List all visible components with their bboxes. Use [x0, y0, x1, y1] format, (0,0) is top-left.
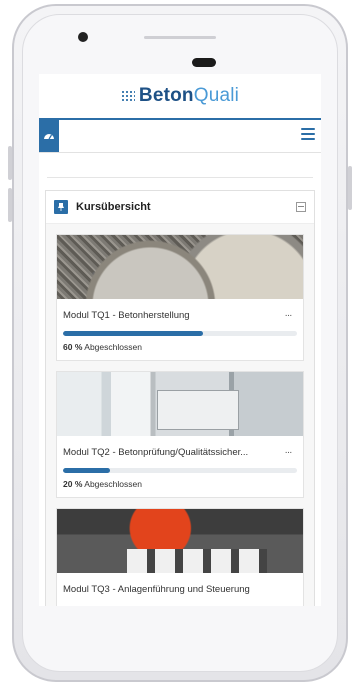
speaker-grille — [144, 36, 216, 39]
course-title[interactable]: Modul TQ3 - Anlagenführung und Steuerung — [63, 584, 297, 595]
course-overview-block: Kursübersicht Modul TQ1 - Betonherstellu… — [45, 190, 315, 606]
course-image[interactable] — [57, 509, 303, 573]
progress-status: Abgeschlossen — [84, 342, 142, 352]
progress-bar — [63, 331, 297, 336]
course-list: Modul TQ1 - Betonherstellung ··· 60 % Ab… — [46, 224, 314, 606]
top-navbar — [39, 118, 321, 153]
progress-label: 60 % Abgeschlossen — [63, 342, 297, 352]
dashboard-button[interactable] — [39, 120, 59, 152]
progress-status: Abgeschlossen — [84, 479, 142, 489]
course-image[interactable] — [57, 235, 303, 299]
progress-percent: 60 % — [63, 342, 83, 352]
course-card[interactable]: Modul TQ2 - Betonprüfung/Qualitätssicher… — [56, 371, 304, 498]
app-screen: Beton Quali Kursübersicht Modul TQ1 - Be… — [39, 74, 321, 606]
progress-percent: 20 % — [63, 479, 83, 489]
brand-name-part1: Beton — [138, 85, 194, 106]
power-button — [348, 166, 352, 210]
progress-fill — [63, 468, 110, 473]
course-image[interactable] — [57, 372, 303, 436]
course-card[interactable]: Modul TQ1 - Betonherstellung ··· 60 % Ab… — [56, 234, 304, 361]
more-icon[interactable]: ··· — [279, 310, 297, 321]
progress-fill — [63, 331, 204, 336]
brand-name-part2: Quali — [193, 85, 240, 106]
pin-icon — [58, 203, 64, 211]
hamburger-icon — [301, 128, 315, 130]
progress-bar — [63, 468, 297, 473]
block-header: Kursübersicht — [46, 191, 314, 224]
collapse-icon[interactable] — [296, 202, 306, 212]
earpiece — [192, 58, 216, 67]
progress-label: 20 % Abgeschlossen — [63, 479, 297, 489]
course-title[interactable]: Modul TQ1 - Betonherstellung — [63, 310, 279, 321]
course-card[interactable]: Modul TQ3 - Anlagenführung und Steuerung — [56, 508, 304, 606]
volume-up-button — [8, 146, 12, 180]
camera-icon — [78, 32, 88, 42]
hamburger-menu-button[interactable] — [301, 128, 315, 142]
block-title: Kursübersicht — [76, 201, 151, 213]
brand-logo[interactable]: Beton Quali — [39, 74, 321, 118]
dashboard-icon — [44, 134, 54, 140]
volume-down-button — [8, 188, 12, 222]
logo-grid-icon — [120, 90, 135, 102]
block-icon — [54, 200, 68, 214]
divider — [47, 177, 313, 178]
more-icon[interactable]: ··· — [279, 447, 297, 458]
course-title[interactable]: Modul TQ2 - Betonprüfung/Qualitätssicher… — [63, 447, 279, 458]
